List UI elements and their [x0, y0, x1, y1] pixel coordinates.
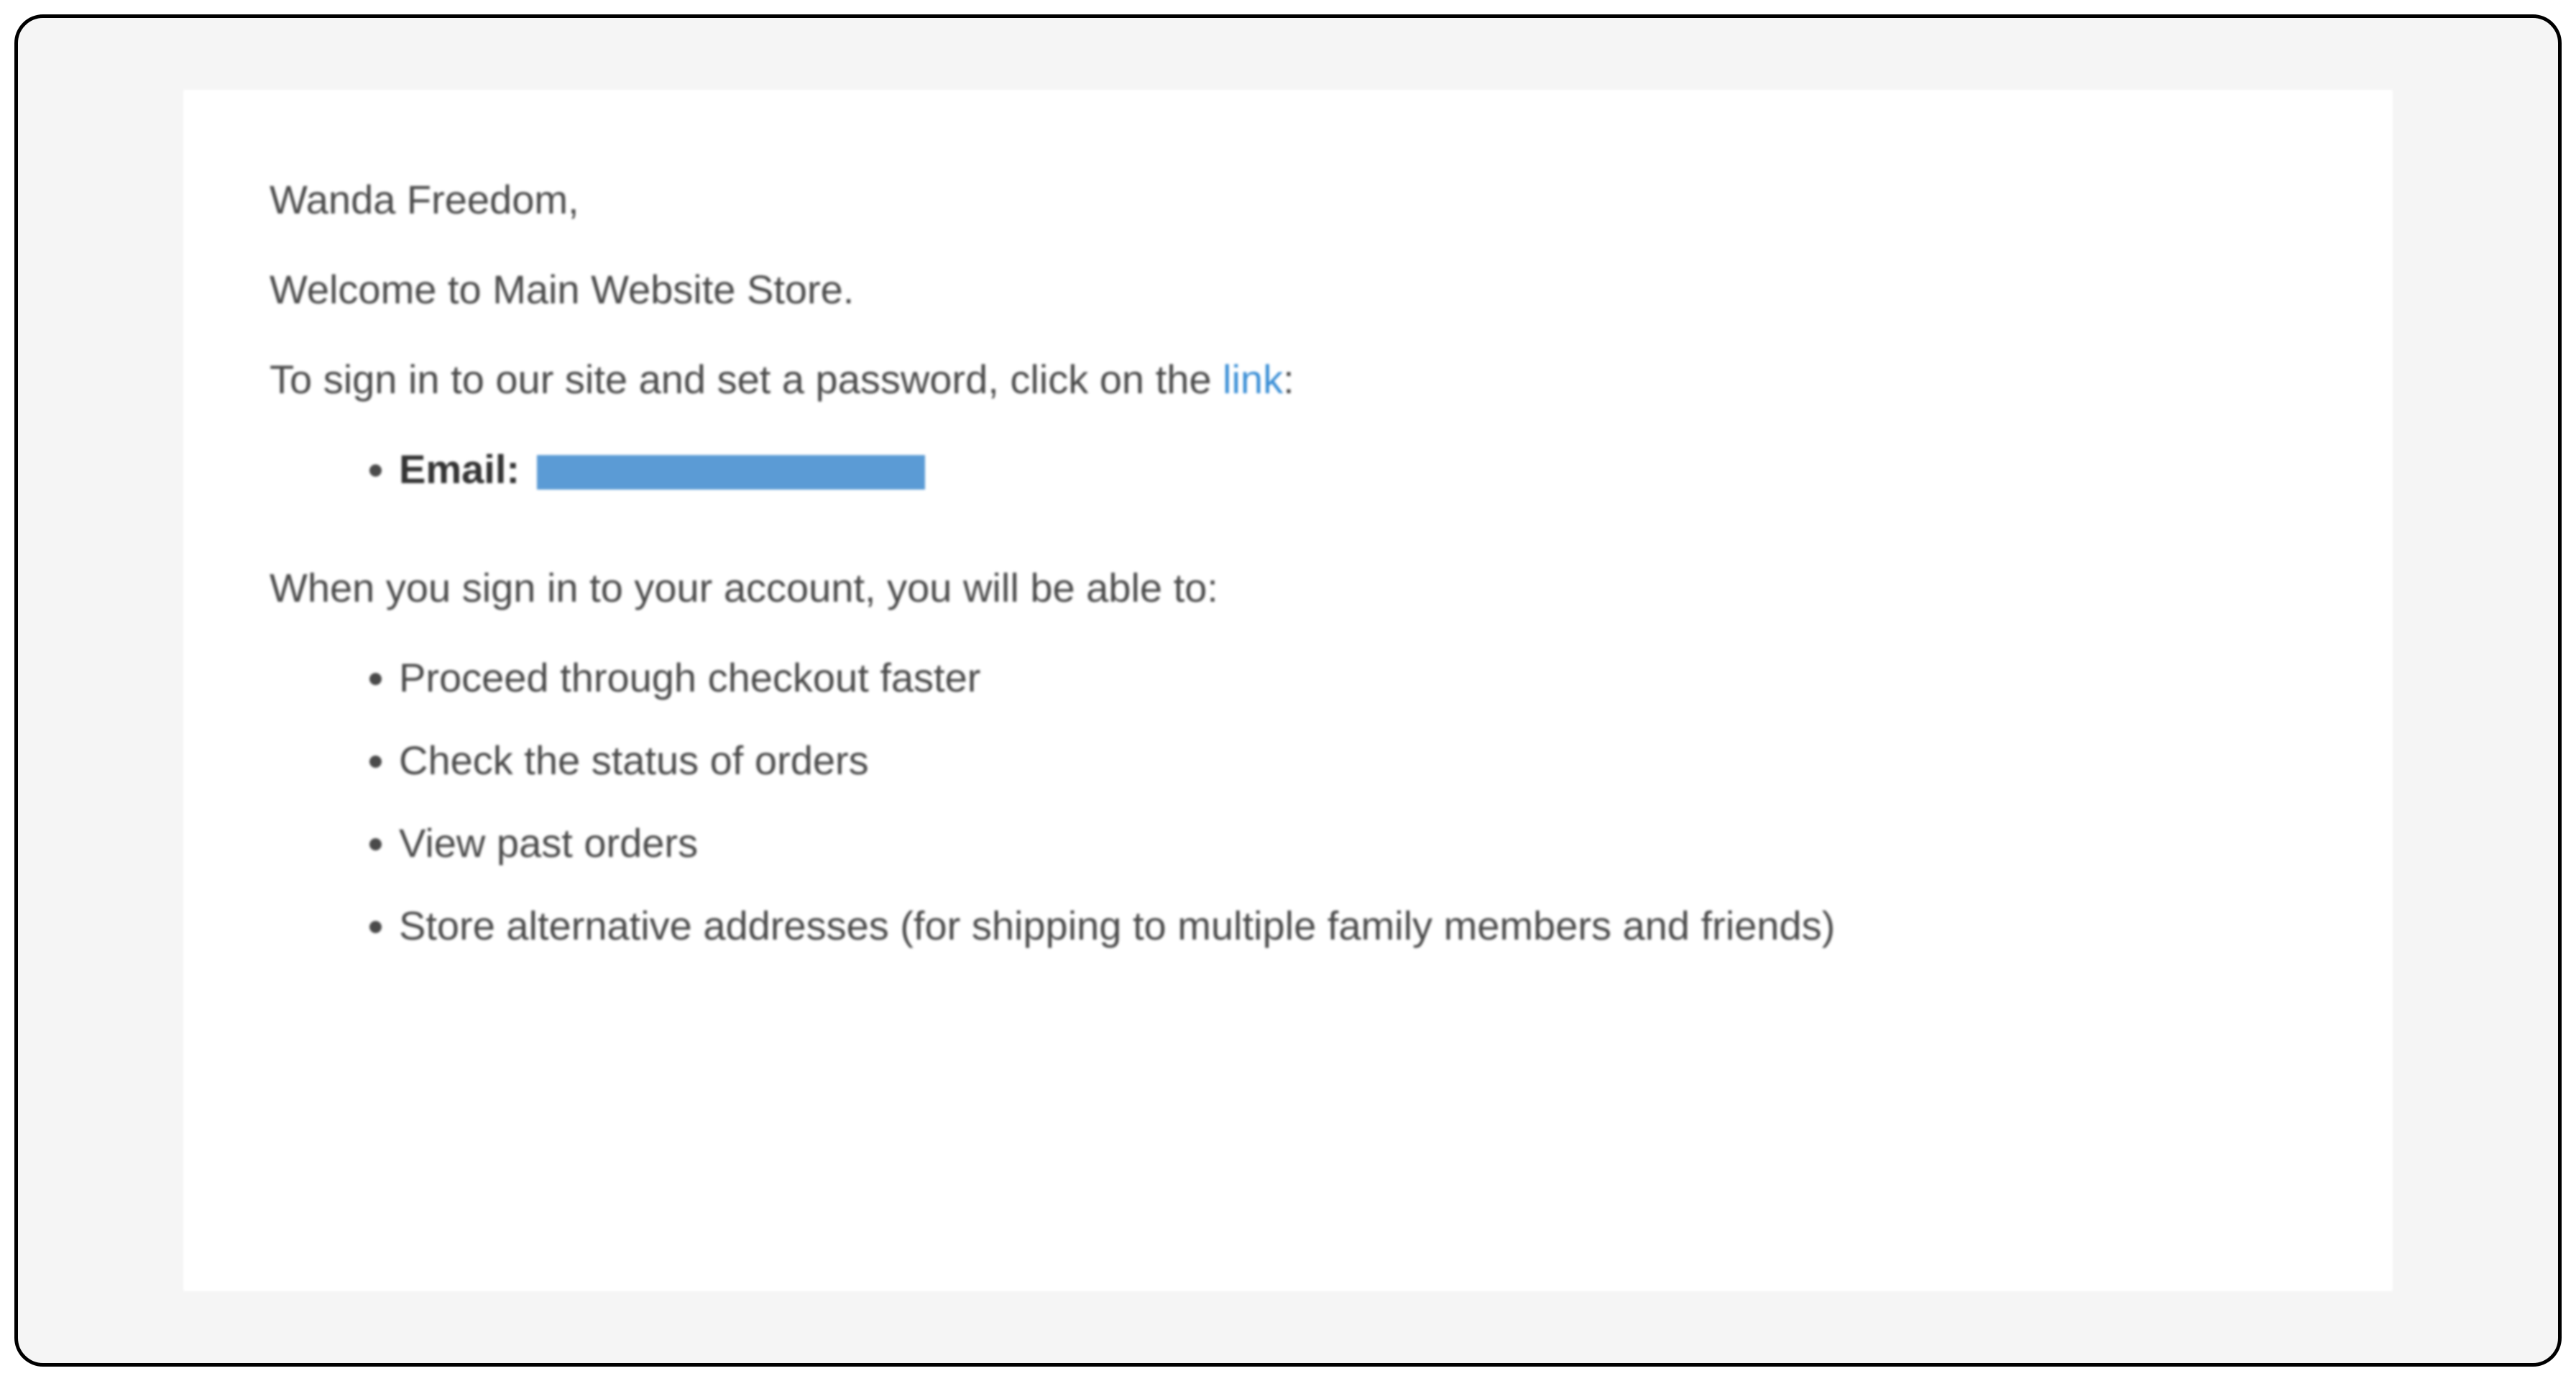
email-redacted-value: [537, 455, 925, 490]
signin-instruction: To sign in to our site and set a passwor…: [270, 356, 2306, 403]
benefits-list: Proceed through checkout faster Check th…: [399, 654, 2306, 949]
outer-frame: Wanda Freedom, Welcome to Main Website S…: [14, 14, 2562, 1367]
benefit-item: Check the status of orders: [399, 737, 2306, 784]
email-card: Wanda Freedom, Welcome to Main Website S…: [183, 90, 2393, 1291]
signin-prefix: To sign in to our site and set a passwor…: [270, 357, 1223, 402]
benefit-item: View past orders: [399, 820, 2306, 866]
email-label: Email:: [399, 446, 520, 492]
email-info-item: Email:: [399, 446, 2306, 492]
email-info-list: Email:: [399, 446, 2306, 492]
welcome-text: Welcome to Main Website Store.: [270, 266, 2306, 313]
password-link[interactable]: link: [1223, 357, 1283, 402]
ability-intro: When you sign in to your account, you wi…: [270, 564, 2306, 611]
signin-suffix: :: [1283, 357, 1294, 402]
benefit-item: Proceed through checkout faster: [399, 654, 2306, 701]
benefit-item: Store alternative addresses (for shippin…: [399, 902, 2306, 949]
greeting-text: Wanda Freedom,: [270, 176, 2306, 223]
